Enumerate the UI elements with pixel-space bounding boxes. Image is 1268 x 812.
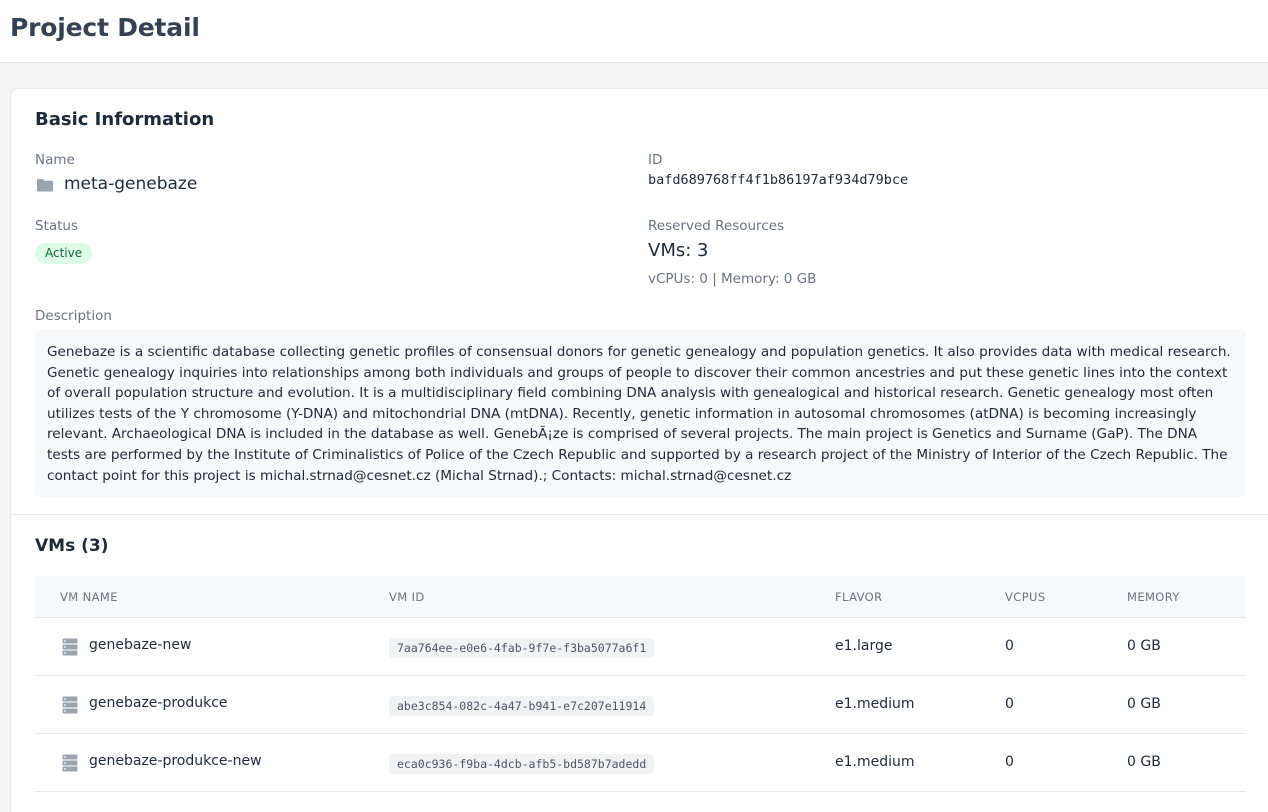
vm-memory: 0 GB (1127, 754, 1161, 770)
project-name: meta-genebaze (64, 174, 198, 194)
vm-memory: 0 GB (1127, 696, 1161, 712)
reserved-vms: VMs: 3 (648, 240, 709, 261)
vm-name[interactable]: genebaze-new (89, 637, 191, 653)
table-row[interactable]: genebaze-new 7aa764ee-e0e6-4fab-9f7e-f3b… (35, 618, 1246, 676)
status-label: Status (35, 218, 79, 234)
vm-name[interactable]: genebaze-produkce (89, 695, 228, 711)
id-label: ID (648, 152, 663, 168)
table-row[interactable]: genebaze-produkce abe3c854-082c-4a47-b94… (35, 676, 1246, 734)
project-detail-card: Basic Information Name meta-genebaze ID … (10, 88, 1268, 812)
vms-table-header: VM NAME VM ID FLAVOR VCPUS MEMORY (35, 576, 1246, 618)
server-icon (62, 638, 78, 656)
vm-memory: 0 GB (1127, 638, 1161, 654)
vm-flavor: e1.medium (835, 754, 915, 770)
vm-vcpus: 0 (1005, 754, 1014, 770)
page-header: Project Detail (0, 0, 1268, 63)
column-vcpus[interactable]: VCPUS (1005, 590, 1046, 604)
description-text: Genebaze is a scientific database collec… (35, 329, 1246, 497)
vm-name[interactable]: genebaze-produkce-new (89, 753, 262, 769)
vms-heading: VMs (3) (35, 536, 109, 556)
vm-flavor: e1.medium (835, 696, 915, 712)
vms-table: VM NAME VM ID FLAVOR VCPUS MEMORY geneba… (35, 576, 1246, 792)
column-vm-name[interactable]: VM NAME (60, 590, 118, 604)
project-id: bafd689768ff4f1b86197af934d79bce (648, 172, 909, 188)
status-badge: Active (35, 243, 93, 264)
server-icon (62, 696, 78, 714)
vm-flavor: e1.large (835, 638, 893, 654)
vm-id: 7aa764ee-e0e6-4fab-9f7e-f3ba5077a6f1 (389, 638, 655, 658)
vm-id: abe3c854-082c-4a47-b941-e7c207e11914 (389, 696, 655, 716)
column-vm-id[interactable]: VM ID (389, 590, 425, 604)
name-label: Name (35, 152, 75, 168)
vm-vcpus: 0 (1005, 696, 1014, 712)
table-row[interactable]: genebaze-produkce-new eca0c936-f9ba-4dcb… (35, 734, 1246, 792)
page-title: Project Detail (10, 13, 200, 42)
folder-icon (37, 179, 53, 192)
description-label: Description (35, 308, 112, 324)
column-memory[interactable]: MEMORY (1127, 590, 1180, 604)
section-divider (11, 514, 1268, 515)
vm-id: eca0c936-f9ba-4dcb-afb5-bd587b7adedd (389, 754, 655, 774)
column-flavor[interactable]: FLAVOR (835, 590, 883, 604)
basic-info-heading: Basic Information (35, 109, 215, 130)
vm-vcpus: 0 (1005, 638, 1014, 654)
reserved-resources-label: Reserved Resources (648, 218, 785, 234)
server-icon (62, 754, 78, 772)
reserved-resources-detail: vCPUs: 0 | Memory: 0 GB (648, 271, 817, 287)
